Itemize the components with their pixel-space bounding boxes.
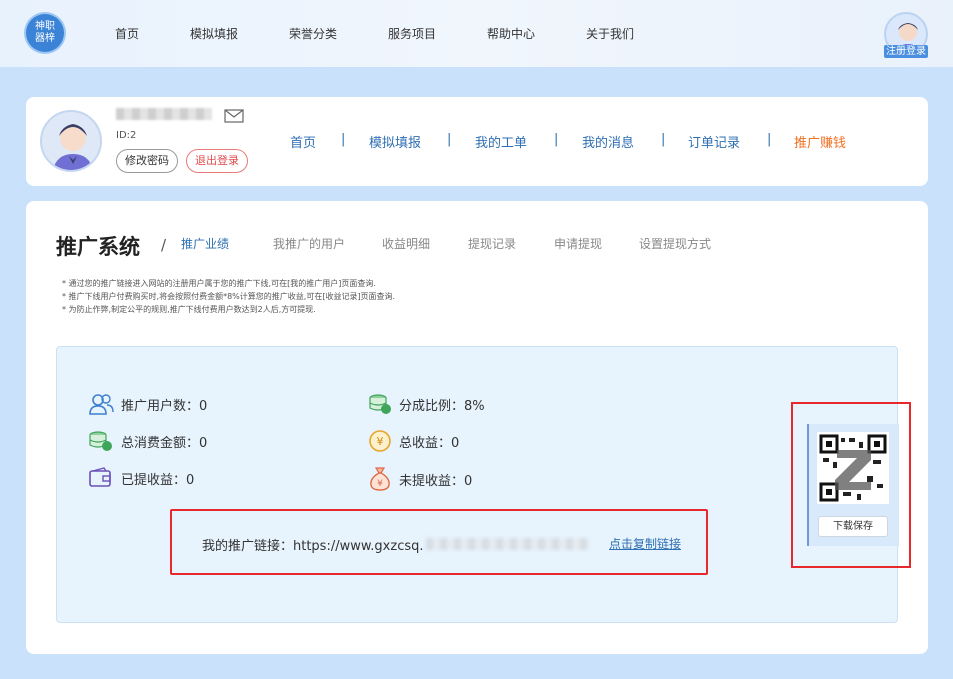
topnav-help[interactable]: 帮助中心 bbox=[487, 25, 535, 42]
tab-withdraw-method[interactable]: 设置提现方式 bbox=[639, 235, 711, 252]
note-line: * 推广下线用户付费购买时,将会按照付费金额*8%计算您的推广收益,可在[收益记… bbox=[62, 292, 396, 301]
topnav-services[interactable]: 服务项目 bbox=[388, 25, 436, 42]
stat-label: 分成比例：8% bbox=[399, 398, 485, 414]
topnav-home[interactable]: 首页 bbox=[115, 25, 139, 42]
nav-separator: | bbox=[767, 132, 772, 147]
topnav-simulate[interactable]: 模拟填报 bbox=[190, 25, 238, 42]
user-avatar bbox=[40, 110, 102, 172]
copy-link-button[interactable]: 点击复制链接 bbox=[609, 535, 681, 552]
promo-link-text: 我的推广链接：https://www.gxzcsq. bbox=[202, 539, 424, 554]
stat-label: 总收益：0 bbox=[399, 435, 460, 451]
qr-highlight: 下载保存 bbox=[791, 402, 911, 568]
stats-box: 推广用户数：0 分成比例：8% 总消费金额：0 ¥ 总收益：0 已提收益：0 ¥… bbox=[56, 346, 898, 623]
promotion-panel: 推广系统 / 推广业绩 我推广的用户 收益明细 提现记录 申请提现 设置提现方式… bbox=[26, 201, 928, 654]
usernav-simulate[interactable]: 模拟填报 bbox=[369, 132, 421, 151]
coins-icon bbox=[369, 394, 391, 414]
topnav-honors[interactable]: 荣誉分类 bbox=[289, 25, 337, 42]
money-bag-icon: ¥ bbox=[370, 467, 390, 491]
usernav-messages[interactable]: 我的消息 bbox=[582, 132, 634, 151]
yen-coin-icon: ¥ bbox=[369, 430, 391, 452]
tab-income-details[interactable]: 收益明细 bbox=[382, 235, 430, 252]
promo-link-blurred bbox=[426, 538, 589, 550]
svg-text:¥: ¥ bbox=[377, 479, 383, 489]
stat-total-spend: 总消费金额：0 bbox=[88, 429, 207, 453]
coins-icon bbox=[89, 431, 112, 451]
tab-withdraw-records[interactable]: 提现记录 bbox=[468, 235, 516, 252]
mail-icon[interactable] bbox=[224, 108, 244, 123]
stat-label: 已提收益：0 bbox=[121, 472, 195, 488]
tab-apply-withdraw[interactable]: 申请提现 bbox=[554, 235, 602, 252]
usernav-orders[interactable]: 订单记录 bbox=[688, 132, 740, 151]
top-navbar: 神职 器梓 首页 模拟填报 荣誉分类 服务项目 帮助中心 关于我们 注册登录 bbox=[0, 0, 953, 67]
stat-not-withdrawn: ¥ 未提收益：0 bbox=[368, 466, 472, 492]
tab-performance[interactable]: 推广业绩 bbox=[181, 235, 229, 252]
page-title: 推广系统 bbox=[56, 235, 140, 259]
topnav-about[interactable]: 关于我们 bbox=[586, 25, 634, 42]
usernav-tickets[interactable]: 我的工单 bbox=[475, 132, 527, 151]
qr-code-image bbox=[817, 432, 889, 504]
nav-separator: | bbox=[554, 132, 559, 147]
note-line: * 为防止作弊,制定公平的规则,推广下线付费用户数达到2人后,方可提现. bbox=[62, 305, 316, 314]
user-card: ID:2 修改密码 退出登录 首页 | 模拟填报 | 我的工单 | 我的消息 |… bbox=[26, 97, 928, 186]
change-password-button[interactable]: 修改密码 bbox=[116, 149, 178, 173]
usernav-promote[interactable]: 推广赚钱 bbox=[794, 132, 846, 151]
qr-card: 下载保存 bbox=[807, 424, 899, 546]
promo-link-box: 我的推广链接：https://www.gxzcsq. 点击复制链接 bbox=[170, 509, 708, 575]
stat-share-ratio: 分成比例：8% bbox=[368, 392, 485, 416]
logo-text: 神职 器梓 bbox=[35, 21, 55, 44]
username-blurred bbox=[116, 108, 212, 120]
stat-promo-users: 推广用户数：0 bbox=[88, 392, 207, 416]
title-slash: / bbox=[161, 236, 167, 254]
wallet-icon bbox=[89, 467, 111, 487]
stat-total-income: ¥ 总收益：0 bbox=[368, 429, 459, 453]
download-save-button[interactable]: 下载保存 bbox=[818, 516, 888, 537]
login-register-button[interactable]: 注册登录 bbox=[884, 45, 928, 58]
rules-notes: * 通过您的推广链接进入网站的注册用户属于您的推广下线,可在[我的推广用户]页面… bbox=[62, 277, 395, 316]
nav-separator: | bbox=[661, 132, 666, 147]
nav-separator: | bbox=[447, 132, 452, 147]
usernav-home[interactable]: 首页 bbox=[290, 132, 316, 151]
logout-button[interactable]: 退出登录 bbox=[186, 149, 248, 173]
stat-label: 未提收益：0 bbox=[399, 473, 473, 489]
stat-withdrawn: 已提收益：0 bbox=[88, 466, 194, 490]
note-line: * 通过您的推广链接进入网站的注册用户属于您的推广下线,可在[我的推广用户]页面… bbox=[62, 279, 376, 288]
tab-my-users[interactable]: 我推广的用户 bbox=[273, 235, 345, 252]
stat-label: 推广用户数：0 bbox=[121, 398, 208, 414]
svg-text:¥: ¥ bbox=[377, 435, 384, 448]
site-logo[interactable]: 神职 器梓 bbox=[26, 14, 64, 52]
nav-separator: | bbox=[341, 132, 346, 147]
users-icon bbox=[89, 394, 114, 415]
user-id: ID:2 bbox=[116, 130, 137, 141]
stat-label: 总消费金额：0 bbox=[121, 435, 208, 451]
